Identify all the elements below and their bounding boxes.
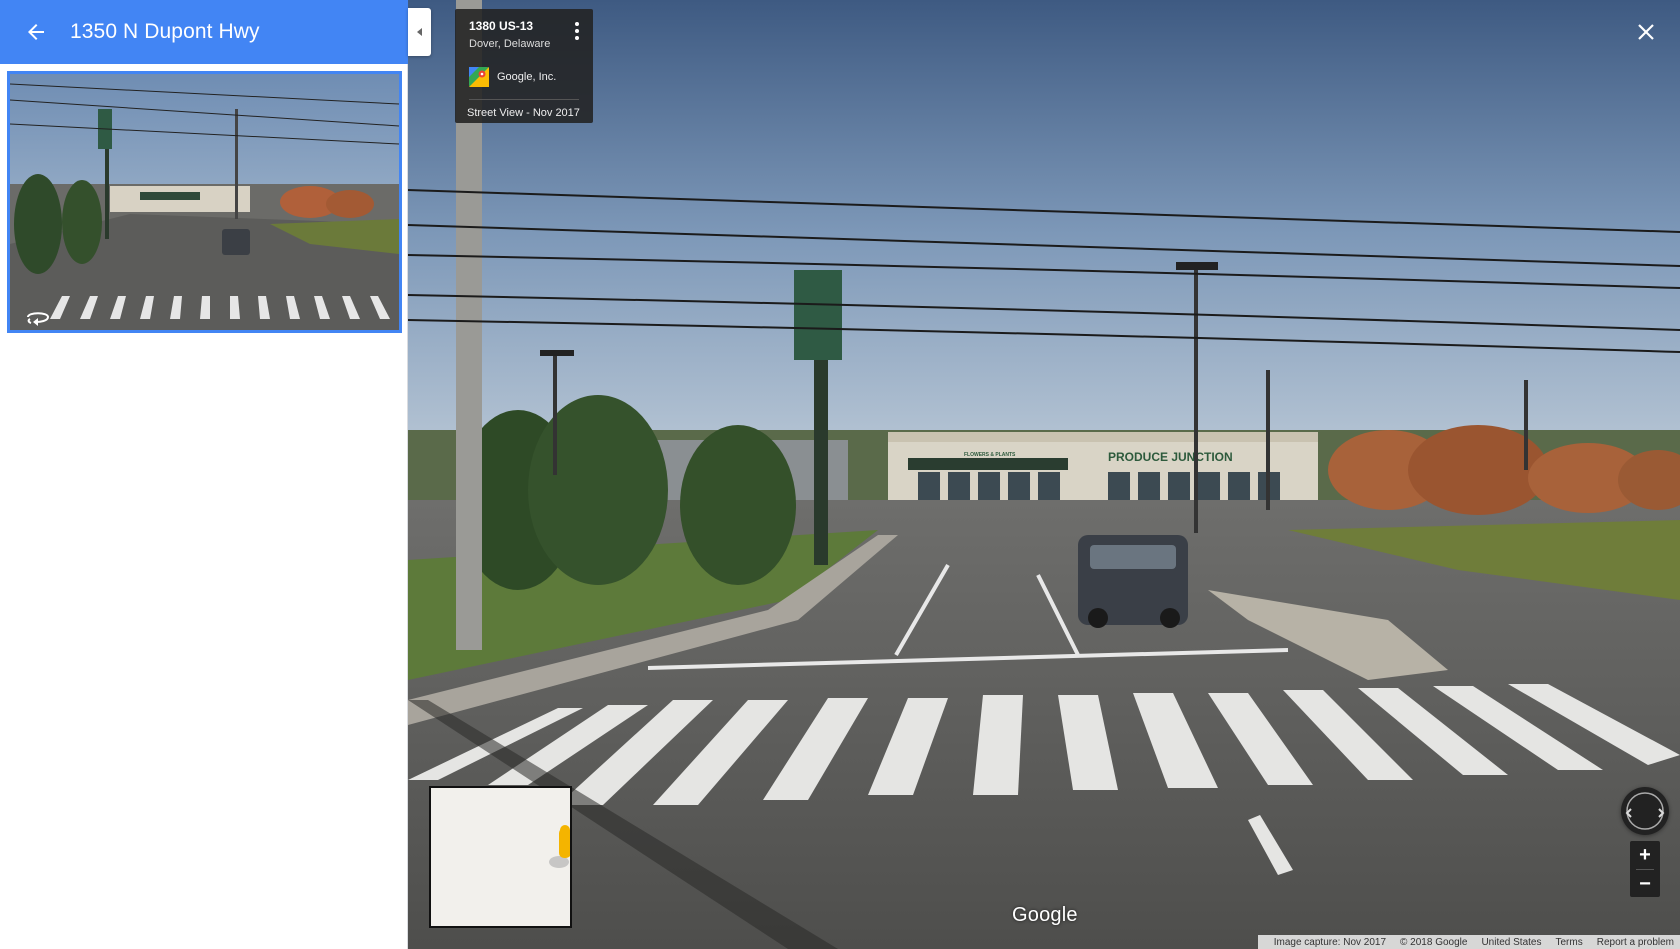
minimap[interactable]	[429, 786, 572, 928]
location-info-card: 1380 US-13 Dover, Delaware Google, Inc. …	[455, 9, 593, 123]
thumbnail-image	[10, 74, 399, 330]
report-problem-link[interactable]: Report a problem	[1597, 937, 1674, 948]
compass-icon	[1625, 792, 1665, 830]
street-view-thumbnail[interactable]	[7, 71, 402, 333]
location-title[interactable]: 1380 US-13	[469, 19, 533, 33]
terms-link[interactable]: Terms	[1556, 937, 1583, 948]
zoom-out-button[interactable]: −	[1630, 870, 1660, 898]
contributor[interactable]: Google, Inc.	[469, 67, 556, 87]
street-view-panorama[interactable]: PRODUCE JUNCTION FLOWERS & PLANTS	[408, 0, 1680, 949]
360-rotate-icon	[27, 312, 50, 326]
more-vert-icon[interactable]	[569, 20, 585, 42]
close-button[interactable]	[1632, 18, 1660, 46]
collapse-panel-button[interactable]	[408, 8, 431, 56]
contributor-name: Google, Inc.	[497, 71, 557, 83]
side-panel: 1350 N Dupont Hwy	[0, 0, 408, 949]
country-link[interactable]: United States	[1481, 937, 1541, 948]
arrow-back-icon	[28, 24, 44, 40]
svg-text:FLOWERS & PLANTS: FLOWERS & PLANTS	[964, 452, 1016, 458]
page-title: 1350 N Dupont Hwy	[70, 20, 260, 43]
back-button[interactable]	[8, 0, 64, 64]
location-subtitle: Dover, Delaware	[469, 38, 551, 50]
pegman-icon	[549, 825, 570, 868]
capture-date: Street View - Nov 2017	[467, 107, 580, 119]
image-capture-date: Image capture: Nov 2017	[1273, 936, 1387, 948]
app-root: 1350 N Dupont Hwy PRODUCE JUNCTION FLOWE…	[0, 0, 1680, 949]
zoom-in-button[interactable]: +	[1630, 841, 1660, 869]
google-logo: Google	[1012, 904, 1078, 926]
panel-header: 1350 N Dupont Hwy	[0, 0, 408, 64]
close-icon	[1638, 24, 1654, 40]
copyright: © 2018 Google	[1400, 936, 1468, 948]
divider	[469, 99, 579, 100]
attribution-bar: Image capture: Nov 2017 © 2018 Google Un…	[1258, 935, 1680, 949]
svg-text:PRODUCE JUNCTION: PRODUCE JUNCTION	[1108, 450, 1233, 464]
google-maps-icon	[469, 67, 489, 87]
zoom-control: + −	[1630, 841, 1660, 897]
panorama-image: PRODUCE JUNCTION FLOWERS & PLANTS	[408, 0, 1680, 949]
compass-button[interactable]	[1621, 787, 1669, 835]
collapse-arrow-icon	[416, 28, 422, 36]
